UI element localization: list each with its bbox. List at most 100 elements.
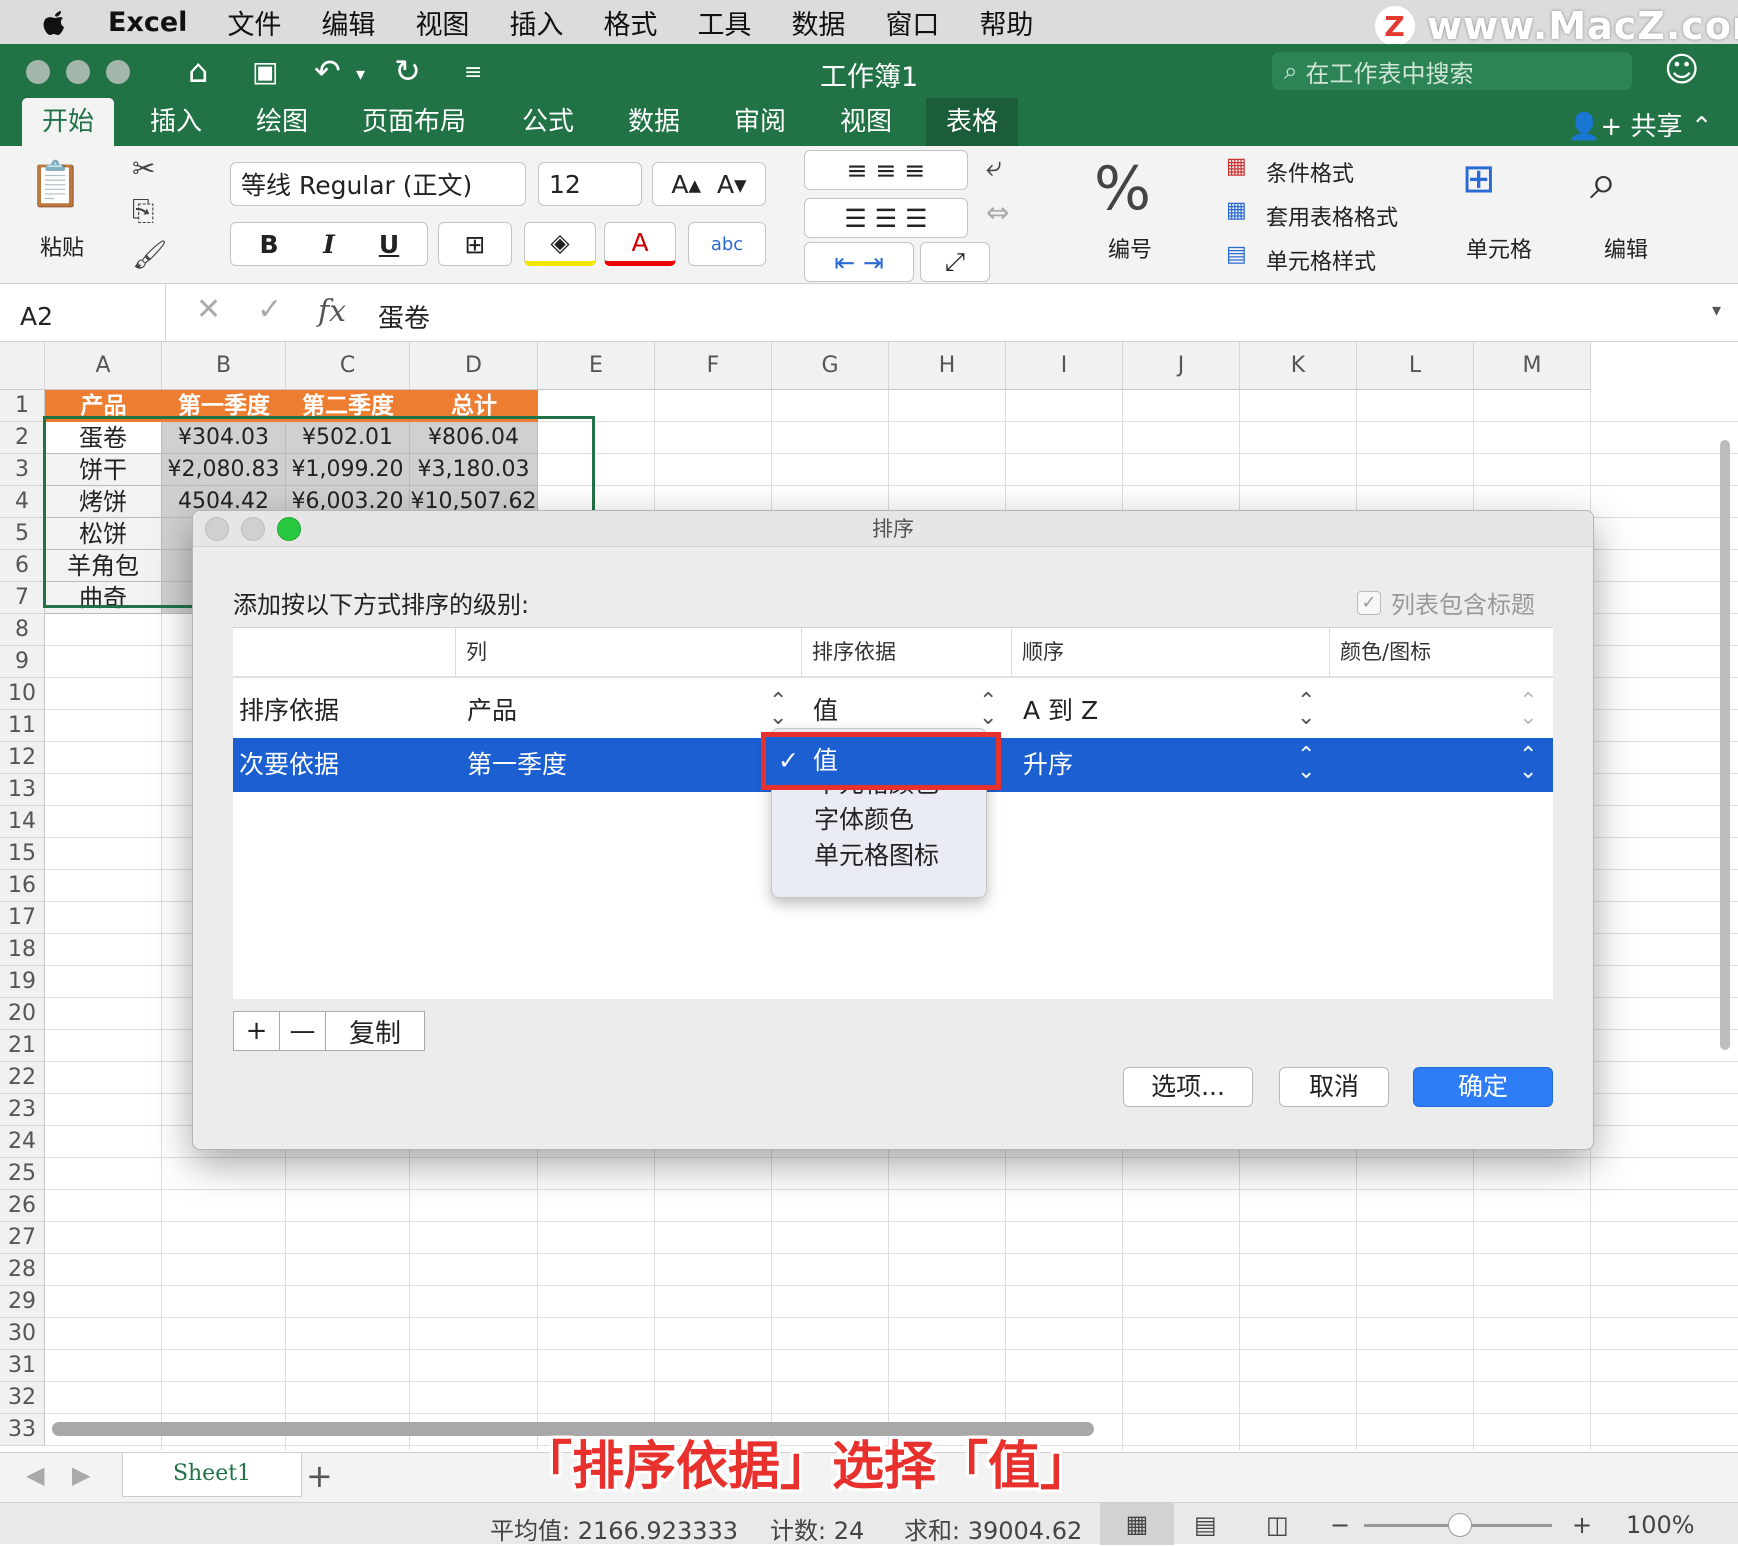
wrap-text-icon[interactable]: ⤶	[986, 150, 1002, 184]
menu-data[interactable]: 数据	[791, 3, 845, 42]
row-header-29[interactable]: 29	[0, 1286, 45, 1318]
options-button[interactable]: 选项...	[1123, 1067, 1253, 1107]
menu-insert[interactable]: 插入	[509, 3, 563, 42]
prev-sheet-icon[interactable]: ◀	[26, 1461, 44, 1489]
row-header-22[interactable]: 22	[0, 1062, 45, 1094]
row-header-7[interactable]: 7	[0, 582, 45, 614]
order-updown-icon[interactable]: ⌃ ⌄	[1297, 691, 1315, 729]
table-cell[interactable]: 饼干	[45, 454, 162, 486]
cell-styles-icon[interactable]: ▤	[1226, 242, 1247, 267]
tab-formulas[interactable]: 公式	[502, 98, 594, 146]
ok-button[interactable]: 确定	[1413, 1067, 1553, 1107]
table-cell[interactable]: 羊角包	[45, 550, 162, 582]
column-select[interactable]: 产品	[461, 684, 517, 738]
row-header-26[interactable]: 26	[0, 1190, 45, 1222]
decrease-font-icon[interactable]: A▾	[717, 170, 747, 199]
minimize-window-button[interactable]	[66, 60, 90, 84]
row-header-4[interactable]: 4	[0, 486, 45, 518]
copy-icon[interactable]: ⎘	[132, 194, 154, 228]
tab-insert[interactable]: 插入	[130, 98, 222, 146]
table-cell[interactable]: ¥304.03	[162, 422, 286, 454]
row-header-12[interactable]: 12	[0, 742, 45, 774]
normal-view-icon[interactable]: ▦	[1100, 1503, 1174, 1545]
menu-tools[interactable]: 工具	[697, 3, 751, 42]
column-select[interactable]: 第一季度	[461, 738, 567, 792]
format-painter-icon[interactable]: 🖌	[132, 238, 168, 271]
column-header-h[interactable]: H	[889, 342, 1006, 390]
row-header-10[interactable]: 10	[0, 678, 45, 710]
has-header-checkbox[interactable]: ✓ 列表包含标题	[1357, 585, 1535, 620]
formula-input[interactable]: 蛋卷	[378, 298, 430, 335]
conditional-format-icon[interactable]: ▦	[1226, 154, 1247, 179]
row-header-15[interactable]: 15	[0, 838, 45, 870]
font-size-buttons[interactable]: A▴ A▾	[652, 162, 766, 206]
cancel-button[interactable]: 取消	[1279, 1067, 1389, 1107]
column-header-d[interactable]: D	[410, 342, 538, 390]
option-cell-icon[interactable]: 单元格图标	[814, 839, 939, 873]
merge-center-icon[interactable]: ⇔	[986, 196, 1009, 229]
close-window-button[interactable]	[26, 60, 50, 84]
column-updown-icon[interactable]: ⌃ ⌄	[769, 691, 787, 729]
percent-icon[interactable]: %	[1094, 154, 1151, 224]
paste-icon[interactable]: 📋	[28, 158, 83, 218]
zoom-in-icon[interactable]: +	[1572, 1511, 1592, 1539]
menu-view[interactable]: 视图	[415, 3, 469, 42]
cell-styles-button[interactable]: 单元格样式	[1266, 244, 1376, 276]
row-header-23[interactable]: 23	[0, 1094, 45, 1126]
horizontal-align-group[interactable]: ☰ ☰ ☰	[804, 198, 968, 238]
tab-review[interactable]: 审阅	[714, 98, 806, 146]
dialog-close-button[interactable]	[205, 517, 229, 541]
row-header-1[interactable]: 1	[0, 390, 45, 422]
vertical-scroll-thumb[interactable]	[1720, 440, 1730, 1050]
column-header-m[interactable]: M	[1474, 342, 1591, 390]
order-updown-icon[interactable]: ⌃ ⌄	[1297, 745, 1315, 783]
apple-icon[interactable]	[40, 6, 70, 38]
save-icon[interactable]: ▣	[252, 55, 278, 88]
row-header-14[interactable]: 14	[0, 806, 45, 838]
row-header-25[interactable]: 25	[0, 1158, 45, 1190]
sort-on-updown-icon[interactable]: ⌃ ⌄	[979, 691, 997, 729]
column-header-a[interactable]: A	[45, 342, 162, 390]
row-header-8[interactable]: 8	[0, 614, 45, 646]
row-header-3[interactable]: 3	[0, 454, 45, 486]
italic-button[interactable]: I	[299, 230, 359, 259]
redo-icon[interactable]: ↻	[394, 52, 421, 90]
column-header-b[interactable]: B	[162, 342, 286, 390]
menu-edit[interactable]: 编辑	[321, 3, 375, 42]
row-header-27[interactable]: 27	[0, 1222, 45, 1254]
row-header-16[interactable]: 16	[0, 870, 45, 902]
table-header-cell[interactable]: 第一季度	[162, 390, 286, 422]
color-updown-icon[interactable]: ⌃ ⌄	[1519, 691, 1537, 729]
table-header-cell[interactable]: 产品	[45, 390, 162, 422]
table-cell[interactable]: ¥806.04	[410, 422, 538, 454]
conditional-format-button[interactable]: 条件格式	[1266, 156, 1354, 188]
order-select[interactable]: A 到 Z	[1017, 684, 1098, 738]
home-icon[interactable]: ⌂	[188, 52, 208, 90]
dialog-minimize-button[interactable]	[241, 517, 265, 541]
font-color-icon[interactable]: A	[604, 222, 676, 266]
row-header-28[interactable]: 28	[0, 1254, 45, 1286]
tab-data[interactable]: 数据	[608, 98, 700, 146]
cells-icon[interactable]: ⊞	[1462, 156, 1496, 202]
row-header-9[interactable]: 9	[0, 646, 45, 678]
orientation-icon[interactable]: ⤢	[920, 242, 990, 282]
vertical-scrollbar[interactable]	[1716, 390, 1734, 1450]
row-header-5[interactable]: 5	[0, 518, 45, 550]
column-header-j[interactable]: J	[1123, 342, 1240, 390]
borders-icon[interactable]: ⊞	[438, 222, 512, 266]
color-updown-icon[interactable]: ⌃ ⌄	[1519, 745, 1537, 783]
find-icon[interactable]: ⌕	[1590, 154, 1617, 211]
column-header-i[interactable]: I	[1006, 342, 1123, 390]
table-header-cell[interactable]: 第二季度	[286, 390, 410, 422]
column-header-k[interactable]: K	[1240, 342, 1357, 390]
row-header-21[interactable]: 21	[0, 1030, 45, 1062]
page-break-view-icon[interactable]: ◫	[1266, 1511, 1289, 1539]
row-header-11[interactable]: 11	[0, 710, 45, 742]
table-header-cell[interactable]: 总计	[410, 390, 538, 422]
add-sheet-button[interactable]: +	[306, 1457, 333, 1495]
feedback-smiley-icon[interactable]: ☺	[1664, 50, 1699, 90]
page-layout-view-icon[interactable]: ▤	[1194, 1511, 1217, 1539]
option-value-selected[interactable]: ✓ 值	[766, 737, 996, 785]
option-font-color[interactable]: 字体颜色	[814, 803, 914, 837]
tab-view[interactable]: 视图	[820, 98, 912, 146]
